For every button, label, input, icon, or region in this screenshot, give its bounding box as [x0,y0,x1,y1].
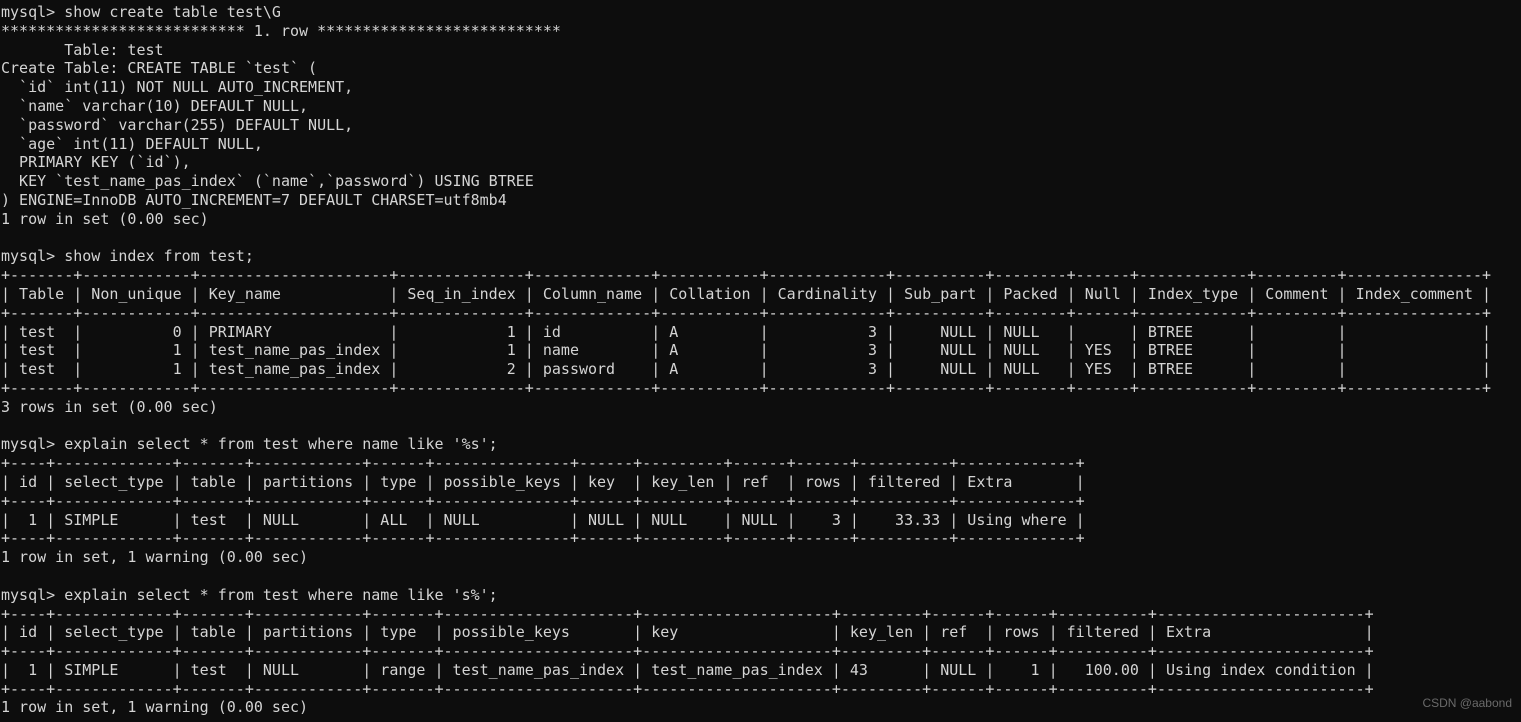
terminal-line: `id` int(11) NOT NULL AUTO_INCREMENT, [1,78,354,97]
terminal-line: mysql> explain select * from test where … [1,435,498,454]
terminal-line: | Table | Non_unique | Key_name | Seq_in… [1,284,1492,303]
terminal-line: PRIMARY KEY (`id`), [1,153,191,172]
watermark: CSDN @aabond [1422,696,1512,710]
terminal-line: +----+-------------+-------+------------… [1,491,1085,510]
terminal-line: ) ENGINE=InnoDB AUTO_INCREMENT=7 DEFAULT… [1,190,507,209]
terminal-line: +-------+------------+------------------… [1,303,1492,322]
terminal-line: `name` varchar(10) DEFAULT NULL, [1,96,309,115]
terminal-line: mysql> show index from test; [1,247,254,266]
terminal-line: | test | 0 | PRIMARY | 1 | id | A | 3 | … [1,322,1492,341]
terminal-line: +----+-------------+-------+------------… [1,679,1374,698]
terminal-line: +----+-------------+-------+------------… [1,642,1374,661]
terminal-output: mysql> show create table test\G *********… [1,3,1521,717]
terminal-line: Create Table: CREATE TABLE `test` ( [1,59,318,78]
terminal-line: +----+-------------+-------+------------… [1,604,1374,623]
terminal-line: +-------+------------+------------------… [1,378,1492,397]
terminal-line: | id | select_type | table | partitions … [1,472,1085,491]
terminal-line: | id | select_type | table | partitions … [1,623,1374,642]
terminal-line: | 1 | SIMPLE | test | NULL | ALL | NULL … [1,510,1085,529]
terminal-line: `password` varchar(255) DEFAULT NULL, [1,115,354,134]
terminal-line: *************************** 1. row *****… [1,21,561,40]
terminal-window[interactable]: mysql> show create table test\G *********… [0,0,1521,722]
terminal-line: mysql> show create table test\G [1,3,281,21]
terminal-line: Table: test [1,40,164,59]
terminal-line: mysql> explain select * from test where … [1,585,498,604]
terminal-line: | test | 1 | test_name_pas_index | 2 | p… [1,360,1492,379]
terminal-line: +-------+------------+------------------… [1,266,1492,285]
terminal-line: 3 rows in set (0.00 sec) [1,397,218,416]
terminal-line: `age` int(11) DEFAULT NULL, [1,134,263,153]
terminal-line: KEY `test_name_pas_index` (`name`,`passw… [1,172,534,191]
terminal-line: +----+-------------+-------+------------… [1,529,1085,548]
terminal-line: | test | 1 | test_name_pas_index | 1 | n… [1,341,1492,360]
terminal-line: 1 row in set, 1 warning (0.00 sec) [1,698,309,717]
terminal-line: +----+-------------+-------+------------… [1,454,1085,473]
terminal-line: | 1 | SIMPLE | test | NULL | range | tes… [1,660,1374,679]
terminal-line: 1 row in set (0.00 sec) [1,209,209,228]
terminal-line: 1 row in set, 1 warning (0.00 sec) [1,548,309,567]
